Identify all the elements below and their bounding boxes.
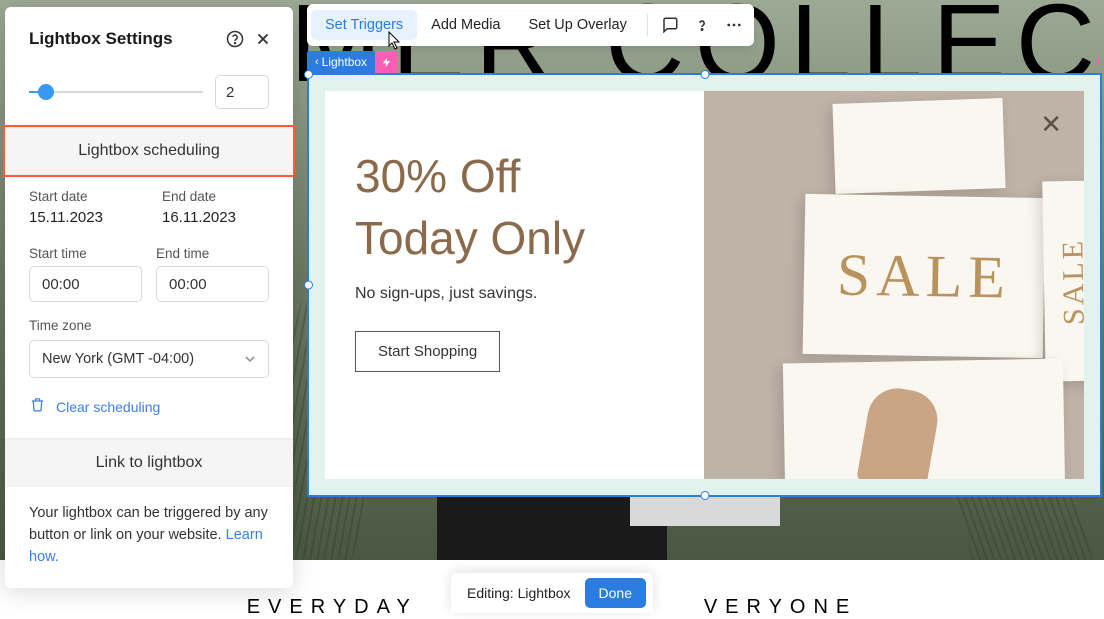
popup-headline-line2: Today Only (355, 207, 670, 269)
resize-handle[interactable] (304, 281, 313, 290)
delay-slider[interactable] (29, 82, 203, 102)
resize-handle[interactable] (304, 70, 313, 79)
sale-box: SALE (1042, 180, 1084, 381)
chevron-down-icon (244, 353, 256, 365)
popup-headline-line1: 30% Off (355, 145, 670, 207)
interaction-bolt-icon[interactable] (375, 51, 397, 73)
lightbox-popup: 30% Off Today Only No sign-ups, just sav… (325, 91, 1084, 479)
delay-value-input[interactable]: 2 (215, 75, 269, 109)
timezone-row: Time zone New York (GMT -04:00) (5, 302, 293, 378)
link-section-header[interactable]: Link to lightbox (5, 439, 293, 487)
time-row: Start time 00:00 End time 00:00 (5, 226, 293, 302)
start-date-value[interactable]: 15.11.2023 (29, 209, 136, 226)
selection-tag-label: Lightbox (322, 55, 367, 69)
add-element-indicator[interactable]: + (1094, 54, 1103, 71)
lightbox-selection-wrapper: ‹ Lightbox 30% Off Today Only No sign-up… (307, 51, 1104, 73)
help-icon[interactable] (221, 25, 249, 53)
link-section-body: Your lightbox can be triggered by any bu… (5, 487, 293, 588)
end-date-value[interactable]: 16.11.2023 (162, 209, 269, 226)
end-time-input[interactable]: 00:00 (156, 266, 269, 302)
more-icon[interactable] (718, 9, 750, 41)
delay-slider-row: 2 (5, 71, 293, 127)
close-icon[interactable] (249, 25, 277, 53)
selection-tag[interactable]: ‹ Lightbox (307, 51, 375, 73)
clear-scheduling-row: Clear scheduling (5, 378, 293, 438)
sale-text: SALE (1056, 237, 1084, 325)
popup-headline[interactable]: 30% Off Today Only (355, 145, 670, 269)
date-row: Start date 15.11.2023 End date 16.11.202… (5, 175, 293, 226)
sale-box (832, 98, 1005, 194)
editing-label: Editing: Lightbox (467, 585, 571, 601)
lightbox-selection-frame[interactable]: 30% Off Today Only No sign-ups, just sav… (307, 73, 1102, 497)
element-toolbar: Set Triggers Add Media Set Up Overlay (307, 4, 754, 46)
tab-set-triggers[interactable]: Set Triggers (311, 10, 417, 40)
popup-close-icon[interactable]: ✕ (1040, 109, 1062, 140)
resize-handle[interactable] (700, 491, 709, 500)
timezone-select[interactable]: New York (GMT -04:00) (29, 340, 269, 378)
editing-status-bar: Editing: Lightbox Done (451, 573, 653, 613)
lightbox-settings-panel: Lightbox Settings 2 Lightbox scheduling … (5, 7, 293, 588)
panel-header: Lightbox Settings (5, 7, 293, 71)
link-description: Your lightbox can be triggered by any bu… (29, 503, 269, 568)
start-time-label: Start time (29, 246, 142, 261)
end-time-label: End time (156, 246, 269, 261)
toolbar-divider (647, 14, 648, 36)
popup-subtext[interactable]: No sign-ups, just savings. (355, 285, 670, 303)
trash-icon[interactable] (29, 396, 46, 418)
sale-text: SALE (836, 240, 1011, 312)
start-shopping-button[interactable]: Start Shopping (355, 331, 500, 372)
end-date-label: End date (162, 189, 269, 204)
clear-scheduling-link[interactable]: Clear scheduling (56, 399, 160, 415)
timezone-value: New York (GMT -04:00) (42, 351, 194, 367)
start-date-label: Start date (29, 189, 136, 204)
resize-handle[interactable] (700, 70, 709, 79)
popup-image[interactable]: ✕ SALE SALE (704, 91, 1084, 479)
slider-thumb[interactable] (38, 84, 54, 100)
timezone-label: Time zone (29, 318, 269, 333)
scheduling-section-header[interactable]: Lightbox scheduling (5, 127, 293, 175)
help-icon[interactable] (686, 9, 718, 41)
chevron-left-icon: ‹ (315, 56, 319, 68)
hero-subhead-left: EVERYDAY (247, 596, 418, 618)
sale-box: SALE (803, 194, 1046, 358)
tab-add-media[interactable]: Add Media (417, 10, 514, 40)
panel-title: Lightbox Settings (29, 29, 221, 49)
popup-left-column: 30% Off Today Only No sign-ups, just sav… (325, 91, 704, 479)
hero-subhead-right: VERYONE (704, 596, 857, 618)
done-button[interactable]: Done (585, 578, 646, 608)
tab-set-up-overlay[interactable]: Set Up Overlay (515, 10, 641, 40)
start-time-input[interactable]: 00:00 (29, 266, 142, 302)
comment-icon[interactable] (654, 9, 686, 41)
